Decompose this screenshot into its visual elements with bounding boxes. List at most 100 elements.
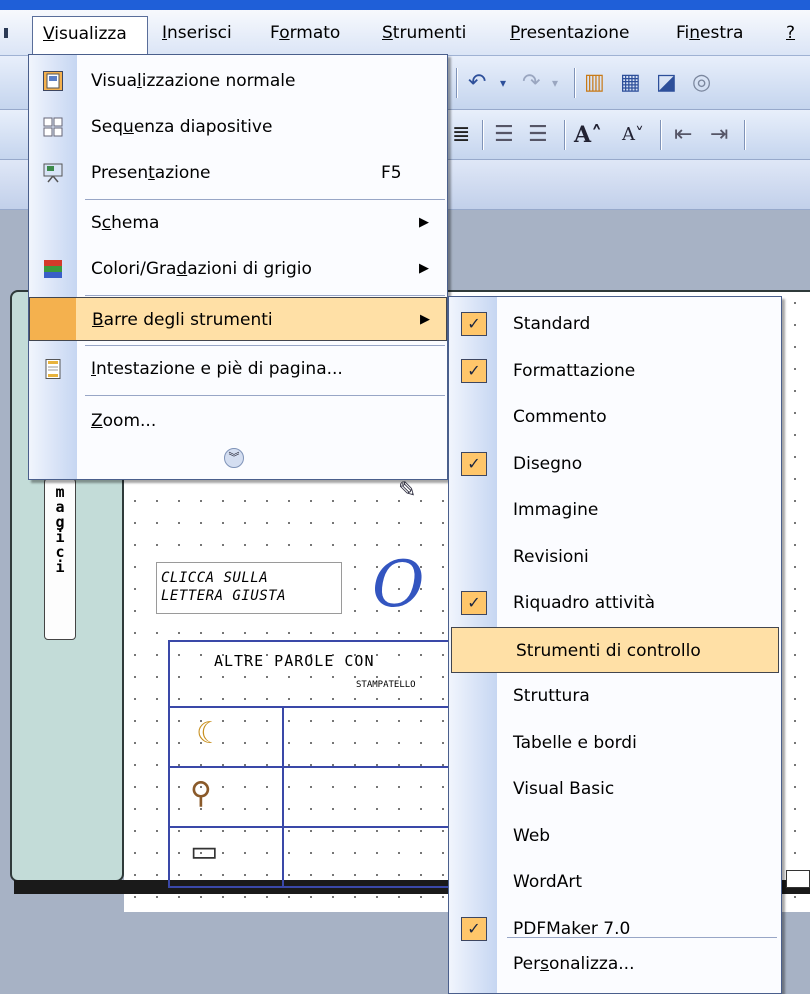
toolbars-submenu: ✓ Standard ✓ Formattazione Commento ✓ Disegno I… (448, 296, 782, 994)
menu-separator (85, 395, 445, 396)
undo-icon[interactable]: ↶ (468, 68, 486, 98)
shrink-font-icon[interactable]: A˅ (622, 120, 644, 150)
menu-finestra[interactable]: Finestra (670, 20, 749, 46)
menu-separator (507, 937, 777, 938)
menu-item-label: Intestazione e piè di pagina... (91, 359, 343, 379)
slide-edge-box (786, 870, 810, 888)
menu-item-schema[interactable]: Schema ▶ (29, 201, 447, 245)
menu-item-slide-sorter[interactable]: Sequenza diapositive (29, 105, 447, 149)
checkmark-icon: ✓ (461, 591, 487, 615)
insert-edit-icon[interactable]: ◪ (656, 68, 677, 98)
menu-strumenti[interactable]: Strumenti (376, 20, 472, 46)
submenu-item-struttura[interactable]: Struttura (449, 673, 781, 719)
menu-item-label: Visualizzazione normale (91, 71, 296, 91)
toolbar-separator (482, 120, 484, 150)
menu-item-label: Schema (91, 213, 160, 233)
justify-icon[interactable]: ≣ (452, 120, 470, 150)
checkmark-icon: ✓ (461, 916, 487, 941)
view-menu-dropdown: Visualizzazione normale Sequenza diaposi… (28, 54, 448, 480)
menu-label: trumenti (392, 23, 467, 43)
menu-item-toolbars[interactable]: Barre degli strumenti ▶ (29, 297, 447, 341)
submenu-item-riquadro-attivit[interactable]: ✓ Riquadro attività (449, 580, 781, 626)
menu-separator (85, 345, 445, 346)
submenu-item-label: Web (513, 825, 551, 846)
submenu-item-personalizza[interactable]: Personalizza... (449, 941, 781, 987)
window-title-strip (0, 0, 810, 10)
submenu-item-label: Standard (513, 314, 591, 334)
menu-item-header-footer[interactable]: Intestazione e piè di pagina... (29, 347, 447, 391)
menu-presentazione[interactable]: Presentazione (504, 20, 635, 46)
menu-label: resentazione (519, 23, 630, 43)
mnemonic: ? (786, 23, 796, 43)
submenu-item-wordart[interactable]: WordArt (449, 859, 781, 905)
submenu-item-immagine[interactable]: Immagine (449, 487, 781, 533)
submenu-item-formattazione[interactable]: ✓ Formattazione (449, 348, 781, 394)
letter-shape[interactable]: O (372, 548, 424, 622)
submenu-item-label: Formattazione (513, 360, 636, 381)
menu-label: estra (700, 23, 744, 43)
chevron-double-down-icon[interactable]: ︾ (224, 448, 244, 468)
menu-item-zoom[interactable]: Zoom... (29, 399, 447, 443)
menubar-grip (4, 28, 8, 38)
submenu-item-disegno[interactable]: ✓ Disegno (449, 441, 781, 487)
redo-icon[interactable]: ↷ (522, 68, 540, 98)
color-grayscale-icon (44, 260, 62, 278)
table-subheader: STAMPATELLO (356, 680, 416, 690)
submenu-item-label: Strumenti di controllo (516, 640, 701, 661)
submenu-item-strumenti-di-controllo[interactable]: Strumenti di controllo (451, 626, 779, 673)
submenu-arrow-icon: ▶ (419, 261, 429, 276)
menu-item-normal-view[interactable]: Visualizzazione normale (29, 59, 447, 103)
table-line (168, 706, 450, 708)
magnifier-clipart-icon: ⚲ (190, 776, 212, 811)
outline-thumbnail[interactable]: magici (44, 478, 76, 640)
mnemonic: S (382, 23, 393, 43)
submenu-item-commento[interactable]: Commento (449, 394, 781, 440)
submenu-item-visual-basic[interactable]: Visual Basic (449, 766, 781, 812)
shortcut-label: F5 (381, 163, 402, 183)
submenu-item-label: Immagine (513, 500, 599, 520)
table-title: ALTRE PAROLE CON (214, 652, 375, 670)
submenu-item-web[interactable]: Web (449, 813, 781, 859)
numbered-list-icon[interactable]: ☰ (494, 120, 514, 150)
menu-item-color-grayscale[interactable]: Colori/Gradazioni di grigio ▶ (29, 247, 447, 291)
instruction-textbox[interactable]: CLICCA SULLA LETTERA GIUSTA (156, 562, 342, 614)
menu-item-label: Zoom... (91, 411, 157, 431)
submenu-item-label: Visual Basic (513, 779, 615, 799)
submenu-item-label: Tabelle e bordi (513, 732, 637, 753)
checkmark-icon: ✓ (461, 358, 487, 383)
menu-separator (85, 199, 445, 200)
search-people-icon[interactable]: ◎ (692, 68, 711, 98)
menu-item-label: Sequenza diapositive (91, 117, 273, 137)
table-line (282, 706, 284, 888)
submenu-item-standard[interactable]: ✓ Standard (449, 301, 781, 347)
table-icon[interactable]: ▦ (620, 68, 641, 98)
instruction-line: LETTERA GIUSTA (161, 588, 287, 604)
mnemonic: P (510, 23, 520, 43)
menu-help[interactable]: ? (780, 20, 801, 46)
toolbar-separator (564, 120, 566, 150)
menu-separator (85, 295, 445, 296)
menu-label: isualizza (54, 24, 127, 44)
menu-label: F (270, 23, 280, 43)
submenu-item-label: Revisioni (513, 546, 589, 567)
mnemonic: V (43, 24, 55, 44)
chart-icon[interactable]: ▥ (584, 68, 605, 98)
menu-formato[interactable]: Formato (264, 20, 346, 46)
menu-item-slideshow[interactable]: Presentazione F5 (29, 151, 447, 195)
grow-font-icon[interactable]: A˄ (574, 120, 602, 150)
mnemonic: o (279, 23, 290, 43)
menu-inserisci[interactable]: Inserisci (156, 20, 238, 46)
increase-indent-icon[interactable]: ⇥ (710, 120, 728, 150)
dropdown-arrow-icon[interactable]: ▾ (552, 68, 558, 98)
slideshow-icon (43, 163, 63, 183)
table-line (168, 766, 450, 768)
submenu-item-label: Personalizza... (513, 954, 635, 974)
instruction-line: CLICCA SULLA (161, 570, 269, 586)
menu-item-label: Presentazione (91, 163, 211, 183)
bullet-list-icon[interactable]: ☰ (528, 120, 548, 150)
decrease-indent-icon[interactable]: ⇤ (674, 120, 692, 150)
submenu-item-revisioni[interactable]: Revisioni (449, 534, 781, 580)
header-footer-icon (45, 359, 61, 379)
dropdown-arrow-icon[interactable]: ▾ (500, 68, 506, 98)
submenu-item-tabelle-e-bordi[interactable]: Tabelle e bordi (449, 720, 781, 766)
